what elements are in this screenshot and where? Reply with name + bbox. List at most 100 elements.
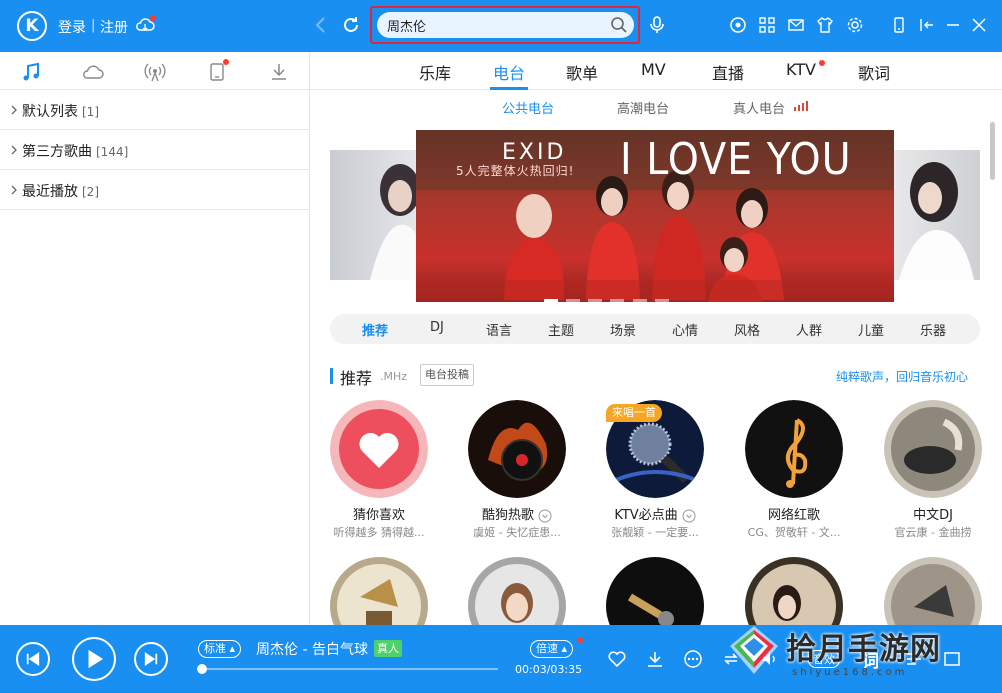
tab-live[interactable]: 直播 (712, 60, 744, 84)
banner-dot[interactable] (610, 299, 625, 302)
category-dj[interactable]: DJ (430, 320, 444, 335)
banner-prev[interactable] (330, 150, 421, 280)
next-track-button[interactable] (134, 642, 168, 676)
favorite-heart-icon[interactable] (607, 649, 627, 669)
category-mood[interactable]: 心情 (672, 320, 698, 339)
watermark-title: 拾月手游网 (786, 632, 941, 667)
login-link[interactable]: 登录 (58, 17, 86, 37)
minimize-icon[interactable] (944, 16, 962, 34)
banner-dot[interactable] (632, 299, 647, 302)
gear-icon[interactable] (846, 16, 864, 34)
mini-mode-icon[interactable] (890, 16, 908, 34)
category-style[interactable]: 风格 (734, 320, 760, 339)
main-nav: 乐库 电台 歌单 MV 直播 KTV 歌词 (310, 52, 1002, 90)
previous-track-button[interactable] (16, 642, 50, 676)
active-tab-underline (490, 87, 528, 90)
heart-icon (330, 400, 428, 498)
section-promo-link[interactable]: 纯粹歌声，回归音乐初心 (836, 368, 968, 385)
subtab-human-radio[interactable]: 真人电台 (733, 98, 785, 117)
station-desc: 张靓颖 - 一定要... (611, 526, 699, 539)
progress-track[interactable] (202, 668, 498, 670)
progress-knob[interactable] (197, 664, 207, 674)
tab-library[interactable]: 乐库 (419, 60, 451, 84)
tab-playlists[interactable]: 歌单 (566, 60, 598, 84)
subtab-climax-radio[interactable]: 高潮电台 (617, 98, 669, 117)
station-cover-portrait[interactable] (468, 557, 566, 625)
cloud-icon[interactable] (82, 61, 104, 83)
category-theme[interactable]: 主题 (548, 320, 574, 339)
portrait-art (475, 564, 559, 625)
tab-radio[interactable]: 电台 (493, 60, 525, 84)
banner-next[interactable] (894, 150, 980, 280)
now-playing-title[interactable]: 周杰伦 - 告白气球 (256, 639, 368, 659)
kugou-logo[interactable]: K (17, 11, 47, 41)
refresh-icon[interactable] (340, 14, 362, 36)
category-language[interactable]: 语言 (486, 320, 512, 339)
more-icon[interactable] (683, 649, 703, 669)
station-desc: 虞姬 - 失忆症患... (473, 526, 561, 539)
chevron-right-icon (11, 145, 17, 155)
download-icon[interactable] (268, 61, 290, 83)
download-icon[interactable] (645, 649, 665, 669)
station-name[interactable]: 中文DJ (873, 504, 993, 523)
submit-station-button[interactable]: 电台投稿 (420, 364, 474, 386)
category-children[interactable]: 儿童 (858, 320, 884, 339)
playlist-item-recent[interactable]: 最近播放 [2] (0, 170, 309, 210)
station-cover-singer[interactable] (745, 557, 843, 625)
playlist-item-third-party[interactable]: 第三方歌曲 [144] (0, 130, 309, 170)
back-arrow-icon[interactable] (310, 14, 332, 36)
station-name[interactable]: 猜你喜欢 (319, 504, 439, 523)
singer-art (752, 564, 836, 625)
station-cover-horn[interactable] (884, 557, 982, 625)
record-icon[interactable] (729, 16, 747, 34)
banner-dot[interactable] (544, 299, 558, 302)
station-name[interactable]: 网络红歌 (734, 504, 854, 523)
chevron-down-icon[interactable] (538, 509, 552, 523)
banner-dot[interactable] (588, 299, 603, 302)
chevron-down-icon[interactable] (682, 509, 696, 523)
station-cover[interactable] (884, 400, 982, 498)
playlist-list: 默认列表 [1] 第三方歌曲 [144] 最近播放 [2] (0, 90, 309, 210)
quality-button[interactable]: 标准 ▴ (198, 640, 242, 658)
station-cover-studio-mic[interactable] (606, 557, 704, 625)
station-cover[interactable] (468, 400, 566, 498)
speed-button[interactable]: 倍速 ▴ (530, 640, 574, 658)
station-name: KTV必点曲 (614, 508, 678, 523)
category-scene[interactable]: 场景 (610, 320, 636, 339)
radio-icon[interactable] (144, 61, 166, 83)
banner-dot[interactable] (654, 299, 669, 302)
category-recommend[interactable]: 推荐 (362, 320, 388, 339)
apps-grid-icon[interactable] (758, 16, 776, 34)
speed-label: 倍速 (536, 642, 558, 655)
subtab-public-radio[interactable]: 公共电台 (502, 98, 554, 117)
watermark-url: shiyue168.com (792, 667, 908, 678)
tab-ktv[interactable]: KTV (786, 60, 816, 79)
collapse-sidebar-icon[interactable] (918, 16, 936, 34)
category-instrument[interactable]: 乐器 (920, 320, 946, 339)
mail-icon[interactable] (787, 16, 805, 34)
play-button[interactable] (72, 637, 116, 681)
playlist-count: [144] (96, 145, 129, 159)
close-icon[interactable] (970, 16, 988, 34)
skin-shirt-icon[interactable] (816, 16, 834, 34)
playlist-count: [2] (82, 185, 99, 199)
category-crowd[interactable]: 人群 (796, 320, 822, 339)
station-cover-gramophone[interactable] (330, 557, 428, 625)
scrollbar-track[interactable] (988, 112, 996, 617)
tab-mv[interactable]: MV (641, 60, 666, 79)
search-input[interactable] (387, 16, 597, 34)
search-icon[interactable] (610, 16, 628, 34)
station-cover[interactable] (745, 400, 843, 498)
station-cover[interactable] (330, 400, 428, 498)
microphone-icon[interactable] (646, 14, 668, 36)
playlist-item-default[interactable]: 默认列表 [1] (0, 90, 309, 130)
ktv-notify-dot (819, 60, 825, 66)
tab-lyrics[interactable]: 歌词 (858, 60, 890, 84)
register-link[interactable]: 注册 (100, 17, 128, 37)
music-note-icon[interactable] (20, 61, 42, 83)
scrollbar-thumb[interactable] (990, 122, 995, 180)
search-box[interactable] (377, 12, 634, 38)
banner-dot[interactable] (566, 299, 581, 302)
banner-main[interactable]: EXID 5人完整体火热回归! I LOVE YOU (416, 130, 894, 302)
banner-subtitle: 5人完整体火热回归! (456, 164, 575, 178)
